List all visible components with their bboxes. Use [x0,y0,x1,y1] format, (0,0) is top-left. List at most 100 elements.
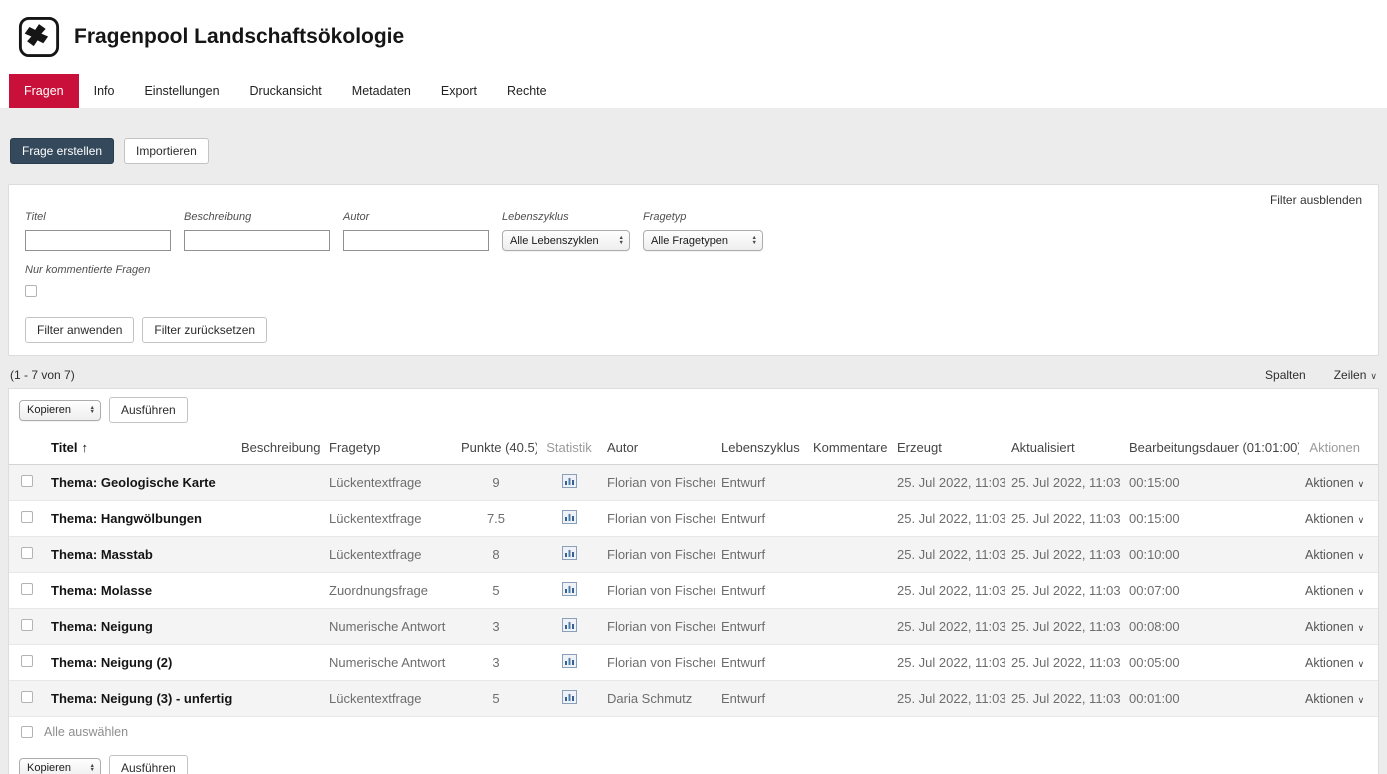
question-comments [807,609,891,645]
hide-filter-link[interactable]: Filter ausblenden [1270,193,1362,207]
row-checkbox[interactable] [21,655,33,667]
question-updated: 25. Jul 2022, 11:03 [1005,501,1123,537]
question-description [235,465,323,501]
question-author: Florian von Fischer [601,609,715,645]
statistics-icon[interactable] [562,546,577,563]
question-title[interactable]: Thema: Geologische Karte [45,465,235,501]
question-title[interactable]: Thema: Neigung (3) - unfertig [45,681,235,717]
question-title[interactable]: Thema: Molasse [45,573,235,609]
table-header-row: Titel↑ Beschreibung Fragetyp Punkte (40.… [9,431,1378,465]
question-lifecycle: Entwurf [715,645,807,681]
statistics-icon[interactable] [562,690,577,707]
column-header-erzeugt[interactable]: Erzeugt [891,431,1005,465]
filter-fields: Titel Beschreibung Autor Lebenszyklus Al… [25,211,1362,251]
select-arrows-icon: ▲▼ [90,764,95,773]
question-title[interactable]: Thema: Neigung [45,609,235,645]
column-header-fragetyp[interactable]: Fragetyp [323,431,455,465]
row-actions-dropdown[interactable]: Aktionen∨ [1305,476,1364,490]
select-all-checkbox[interactable] [21,726,33,738]
row-actions-dropdown[interactable]: Aktionen∨ [1305,692,1364,706]
table-row: Thema: Neigung Numerische Antwort 3 Flor… [9,609,1378,645]
column-header-kommentare[interactable]: Kommentare [807,431,891,465]
execute-button-bottom[interactable]: Ausführen [109,755,188,774]
row-actions-dropdown[interactable]: Aktionen∨ [1305,656,1364,670]
question-author: Daria Schmutz [601,681,715,717]
question-title[interactable]: Thema: Masstab [45,537,235,573]
question-created: 25. Jul 2022, 11:03 [891,537,1005,573]
question-lifecycle: Entwurf [715,573,807,609]
chevron-down-icon: ∨ [1358,551,1365,561]
commented-only-checkbox[interactable] [25,285,37,297]
column-header-aktualisiert[interactable]: Aktualisiert [1005,431,1123,465]
tab-export[interactable]: Export [426,74,492,108]
column-header-bearbeitungsdauer[interactable]: Bearbeitungsdauer (01:01:00) [1123,431,1299,465]
execute-button[interactable]: Ausführen [109,397,188,423]
question-description [235,501,323,537]
apply-filter-button[interactable]: Filter anwenden [25,317,134,343]
column-header-punkte[interactable]: Punkte (40.5) [455,431,537,465]
tab-fragen[interactable]: Fragen [9,74,79,108]
column-header-autor[interactable]: Autor [601,431,715,465]
row-checkbox[interactable] [21,691,33,703]
column-header-statistik: Statistik [537,431,601,465]
question-created: 25. Jul 2022, 11:03 [891,681,1005,717]
tab-druckansicht[interactable]: Druckansicht [235,74,337,108]
chevron-down-icon: ∨ [1358,659,1365,669]
statistics-icon[interactable] [562,618,577,635]
row-checkbox[interactable] [21,475,33,487]
row-actions-dropdown[interactable]: Aktionen∨ [1305,620,1364,634]
import-button[interactable]: Importieren [124,138,209,164]
question-author: Florian von Fischer [601,501,715,537]
question-duration: 00:05:00 [1123,645,1299,681]
chevron-down-icon: ∨ [1358,695,1365,705]
row-actions-dropdown[interactable]: Aktionen∨ [1305,584,1364,598]
bulk-action-select[interactable]: Kopieren ▲▼ [19,400,101,421]
filter-beschreibung-input[interactable] [184,230,330,251]
filter-field-autor: Autor [343,211,489,251]
question-type: Numerische Antwort [323,645,455,681]
filter-titel-input[interactable] [25,230,171,251]
tab-metadaten[interactable]: Metadaten [337,74,426,108]
lifecycle-select[interactable]: Alle Lebenszyklen ▲▼ [502,230,630,251]
filter-fragetyp-label: Fragetyp [643,211,763,223]
question-title[interactable]: Thema: Neigung (2) [45,645,235,681]
chevron-down-icon: ∨ [1358,479,1365,489]
tab-einstellungen[interactable]: Einstellungen [129,74,234,108]
row-actions-dropdown[interactable]: Aktionen∨ [1305,548,1364,562]
question-type-select[interactable]: Alle Fragetypen ▲▼ [643,230,763,251]
rows-dropdown[interactable]: Zeilen∨ [1334,368,1377,382]
question-table-container: Kopieren ▲▼ Ausführen T [8,388,1379,774]
question-title[interactable]: Thema: Hangwölbungen [45,501,235,537]
statistics-icon[interactable] [562,510,577,527]
question-pool-icon [18,16,60,58]
statistics-icon[interactable] [562,654,577,671]
tab-rechte[interactable]: Rechte [492,74,562,108]
column-header-beschreibung[interactable]: Beschreibung [235,431,323,465]
statistics-icon[interactable] [562,582,577,599]
row-checkbox[interactable] [21,511,33,523]
question-points: 9 [455,465,537,501]
filter-autor-input[interactable] [343,230,489,251]
column-header-titel[interactable]: Titel↑ [45,431,235,465]
reset-filter-button[interactable]: Filter zurücksetzen [142,317,267,343]
row-checkbox[interactable] [21,547,33,559]
question-points: 7.5 [455,501,537,537]
table-row: Thema: Neigung (3) - unfertig Lückentext… [9,681,1378,717]
filter-field-lebenszyklus: Lebenszyklus Alle Lebenszyklen ▲▼ [502,211,630,251]
tab-info[interactable]: Info [79,74,130,108]
question-lifecycle: Entwurf [715,681,807,717]
question-duration: 00:08:00 [1123,609,1299,645]
columns-link[interactable]: Spalten [1265,368,1306,382]
column-header-lebenszyklus[interactable]: Lebenszyklus [715,431,807,465]
create-question-button[interactable]: Frage erstellen [10,138,114,164]
question-lifecycle: Entwurf [715,465,807,501]
row-checkbox[interactable] [21,619,33,631]
row-checkbox[interactable] [21,583,33,595]
row-actions-dropdown[interactable]: Aktionen∨ [1305,512,1364,526]
statistics-icon[interactable] [562,474,577,491]
bulk-action-select-bottom[interactable]: Kopieren ▲▼ [19,758,101,774]
page-title: Fragenpool Landschaftsökologie [74,25,404,49]
select-arrows-icon: ▲▼ [752,236,757,245]
question-updated: 25. Jul 2022, 11:03 [1005,465,1123,501]
question-type: Lückentextfrage [323,501,455,537]
